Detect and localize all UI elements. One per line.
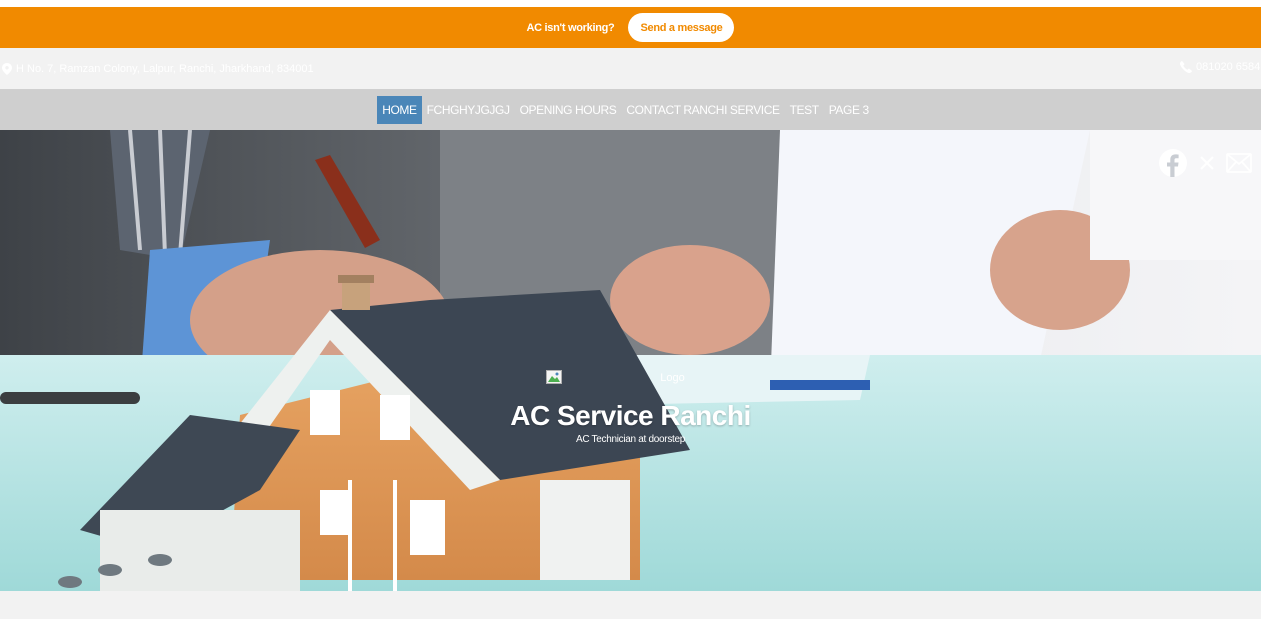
promo-text: AC isn't working? [526, 21, 615, 34]
broken-image-icon [546, 370, 563, 384]
social-links [1158, 148, 1252, 178]
hero-banner: Logo AC Service Ranchi AC Technician at … [0, 130, 1261, 591]
nav-item-home[interactable]: HOME [377, 95, 422, 124]
nav-item-opening-hours[interactable]: OPENING HOURS [515, 96, 622, 124]
map-pin-icon [2, 62, 12, 75]
phone-text: 081020 6584 [1196, 61, 1261, 73]
page-bottom-strip [0, 591, 1261, 619]
nav-item-contact-ranchi-service[interactable]: CONTACT RANCHI SERVICE [621, 96, 784, 124]
site-tagline: AC Technician at doorstep [575, 434, 686, 445]
nav-item-fchghyjgjgj[interactable]: FCHGHYJGJGJ [422, 96, 515, 124]
promo-bar: AC isn't working? Send a message [0, 7, 1261, 48]
email-icon[interactable] [1226, 153, 1252, 173]
nav-item-page-3[interactable]: PAGE 3 [824, 96, 874, 124]
site-branding: Logo AC Service Ranchi AC Technician at … [0, 370, 1261, 445]
logo[interactable]: Logo [0, 370, 1261, 386]
hero-background-image [0, 130, 1261, 591]
phone-link[interactable]: 081020 6584 [1180, 61, 1260, 73]
address-link[interactable]: H No. 7, Ramzan Colony, Lalpur, Ranchi, … [2, 62, 314, 75]
address-text: H No. 7, Ramzan Colony, Lalpur, Ranchi, … [16, 62, 314, 75]
logo-alt-text: Logo [660, 372, 685, 384]
nav-menu: HOME FCHGHYJGJGJ OPENING HOURS CONTACT R… [377, 95, 874, 124]
contact-info-bar: H No. 7, Ramzan Colony, Lalpur, Ranchi, … [0, 48, 1261, 89]
main-navigation: HOME FCHGHYJGJGJ OPENING HOURS CONTACT R… [0, 89, 1261, 130]
phone-icon [1180, 61, 1192, 73]
x-icon[interactable] [1200, 156, 1214, 170]
nav-item-test[interactable]: TEST [785, 96, 824, 124]
facebook-icon[interactable] [1158, 148, 1188, 178]
site-title[interactable]: AC Service Ranchi [0, 400, 1261, 432]
send-message-button[interactable]: Send a message [628, 13, 735, 42]
top-gap [0, 0, 1261, 7]
